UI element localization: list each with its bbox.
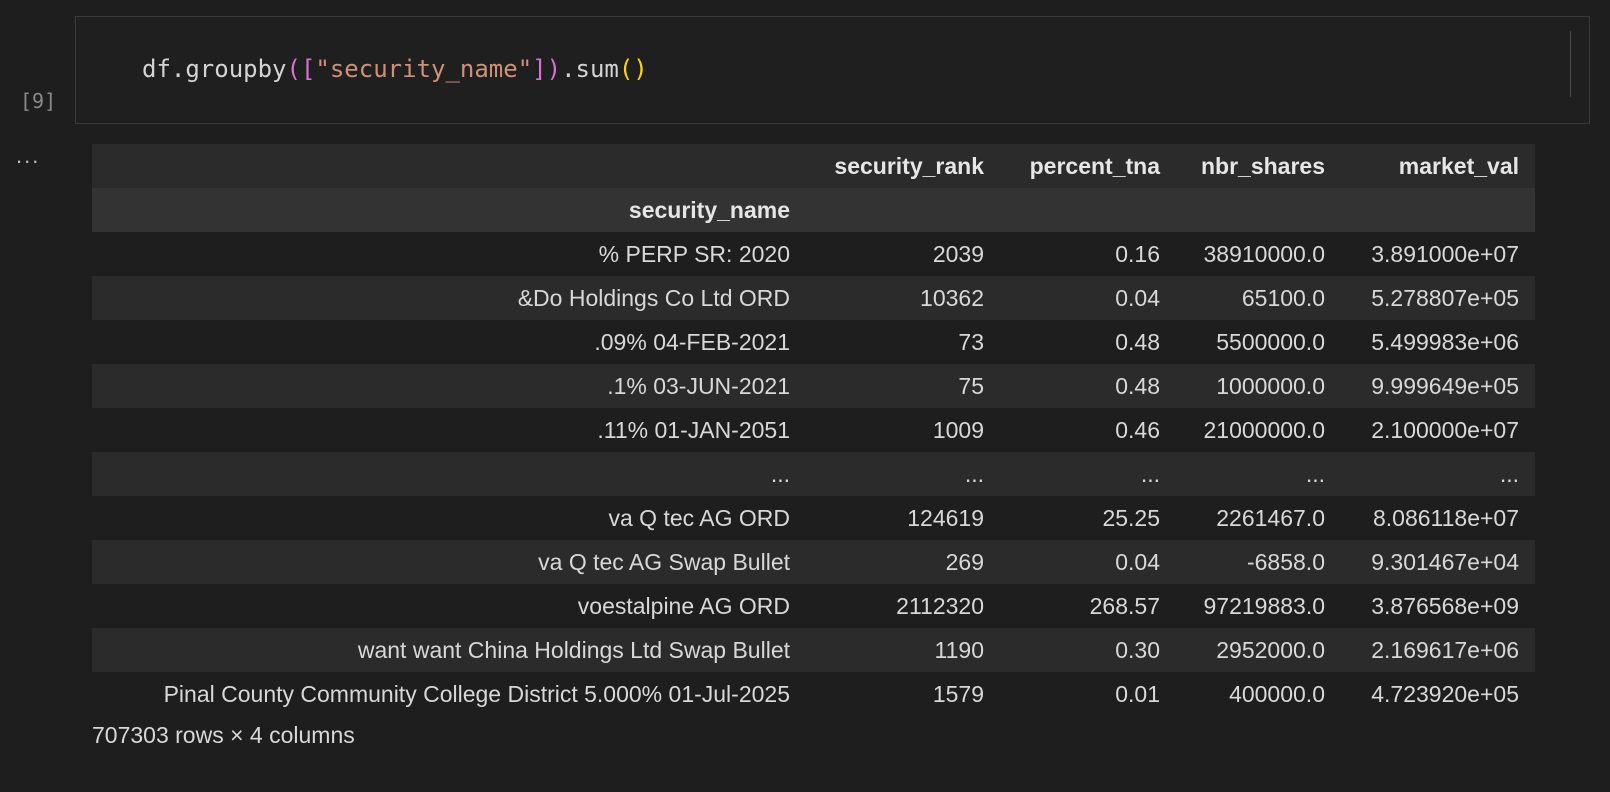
table-cell: ... [1000, 452, 1176, 496]
table-cell: 5.278807e+05 [1341, 276, 1535, 320]
row-index: &Do Holdings Co Ltd ORD [92, 276, 808, 320]
cell-scrollbar[interactable] [1570, 31, 1571, 97]
table-cell: ... [1176, 452, 1341, 496]
table-cell: ... [808, 452, 1000, 496]
table-cell: 3.891000e+07 [1341, 232, 1535, 276]
table-cell: 2952000.0 [1176, 628, 1341, 672]
table-cell: 8.086118e+07 [1341, 496, 1535, 540]
table-cell: 9.999649e+05 [1341, 364, 1535, 408]
table-cell: 124619 [808, 496, 1000, 540]
code-token-groupby: df.groupby [142, 55, 287, 83]
table-cell: 2261467.0 [1176, 496, 1341, 540]
table-cell: 1000000.0 [1176, 364, 1341, 408]
table-cell: ... [1341, 452, 1535, 496]
header-corner [92, 144, 808, 188]
table-row: .1% 03-JUN-2021 75 0.48 1000000.0 9.9996… [92, 364, 1535, 408]
index-name-header: security_name [92, 188, 808, 232]
table-cell: 2.169617e+06 [1341, 628, 1535, 672]
column-header: security_rank [808, 144, 1000, 188]
row-index: voestalpine AG ORD [92, 584, 808, 628]
table-row: want want China Holdings Ltd Swap Bullet… [92, 628, 1535, 672]
table-cell: 0.01 [1000, 672, 1176, 716]
row-index: .11% 01-JAN-2051 [92, 408, 808, 452]
table-cell: 0.30 [1000, 628, 1176, 672]
table-cell: 0.46 [1000, 408, 1176, 452]
dataframe-table: security_rank percent_tna nbr_shares mar… [92, 144, 1535, 716]
output-more-actions-button[interactable]: ... [16, 143, 40, 169]
row-index: want want China Holdings Ltd Swap Bullet [92, 628, 808, 672]
table-cell: 9.301467e+04 [1341, 540, 1535, 584]
table-cell: 2112320 [808, 584, 1000, 628]
index-name-spacer [1176, 188, 1341, 232]
table-row: % PERP SR: 2020 2039 0.16 38910000.0 3.8… [92, 232, 1535, 276]
code-token-open-paren: ( [286, 55, 301, 83]
code-cell[interactable]: df.groupby(["security_name"]).sum() [75, 16, 1590, 124]
row-index: % PERP SR: 2020 [92, 232, 808, 276]
table-cell: 2039 [808, 232, 1000, 276]
table-row: voestalpine AG ORD 2112320 268.57 972198… [92, 584, 1535, 628]
table-cell: 73 [808, 320, 1000, 364]
execution-count: [9] [20, 89, 57, 113]
table-cell: 10362 [808, 276, 1000, 320]
index-name-spacer [1341, 188, 1535, 232]
table-cell: 21000000.0 [1176, 408, 1341, 452]
row-index: .09% 04-FEB-2021 [92, 320, 808, 364]
code-editor[interactable]: df.groupby(["security_name"]).sum() [142, 55, 648, 83]
table-row: &Do Holdings Co Ltd ORD 10362 0.04 65100… [92, 276, 1535, 320]
table-cell: 0.48 [1000, 320, 1176, 364]
table-row: .09% 04-FEB-2021 73 0.48 5500000.0 5.499… [92, 320, 1535, 364]
table-row: va Q tec AG ORD 124619 25.25 2261467.0 8… [92, 496, 1535, 540]
table-cell: 75 [808, 364, 1000, 408]
table-cell: 2.100000e+07 [1341, 408, 1535, 452]
table-row: Pinal County Community College District … [92, 672, 1535, 716]
index-name-row: security_name [92, 188, 1535, 232]
row-index: va Q tec AG ORD [92, 496, 808, 540]
table-cell: 1190 [808, 628, 1000, 672]
index-name-spacer [808, 188, 1000, 232]
table-cell: 97219883.0 [1176, 584, 1341, 628]
table-cell: 5500000.0 [1176, 320, 1341, 364]
column-header-row: security_rank percent_tna nbr_shares mar… [92, 144, 1535, 188]
row-index: Pinal County Community College District … [92, 672, 808, 716]
table-cell: 5.499983e+06 [1341, 320, 1535, 364]
row-index: va Q tec AG Swap Bullet [92, 540, 808, 584]
code-token-string: "security_name" [315, 55, 533, 83]
table-row-ellipsis: ... ... ... ... ... [92, 452, 1535, 496]
table-cell: 3.876568e+09 [1341, 584, 1535, 628]
column-header: market_val [1341, 144, 1535, 188]
table-cell: 1009 [808, 408, 1000, 452]
table-cell: 0.04 [1000, 540, 1176, 584]
code-token-close-bracket: ] [532, 55, 547, 83]
table-cell: 0.48 [1000, 364, 1176, 408]
code-token-call-parens: () [618, 55, 648, 83]
table-cell: -6858.0 [1176, 540, 1341, 584]
column-header: nbr_shares [1176, 144, 1341, 188]
row-index: .1% 03-JUN-2021 [92, 364, 808, 408]
table-cell: 269 [808, 540, 1000, 584]
table-cell: 400000.0 [1176, 672, 1341, 716]
index-name-spacer [1000, 188, 1176, 232]
table-cell: 0.04 [1000, 276, 1176, 320]
table-cell: 0.16 [1000, 232, 1176, 276]
row-index: ... [92, 452, 808, 496]
code-token-close-paren: ) [546, 55, 562, 83]
table-row: .11% 01-JAN-2051 1009 0.46 21000000.0 2.… [92, 408, 1535, 452]
column-header: percent_tna [1000, 144, 1176, 188]
table-cell: 1579 [808, 672, 1000, 716]
table-cell: 268.57 [1000, 584, 1176, 628]
code-token-open-bracket: [ [300, 55, 316, 83]
code-token-sum: .sum [561, 55, 619, 83]
table-cell: 25.25 [1000, 496, 1176, 540]
table-cell: 38910000.0 [1176, 232, 1341, 276]
table-cell: 4.723920e+05 [1341, 672, 1535, 716]
table-cell: 65100.0 [1176, 276, 1341, 320]
dataframe-shape: 707303 rows × 4 columns [92, 722, 355, 748]
table-row: va Q tec AG Swap Bullet 269 0.04 -6858.0… [92, 540, 1535, 584]
